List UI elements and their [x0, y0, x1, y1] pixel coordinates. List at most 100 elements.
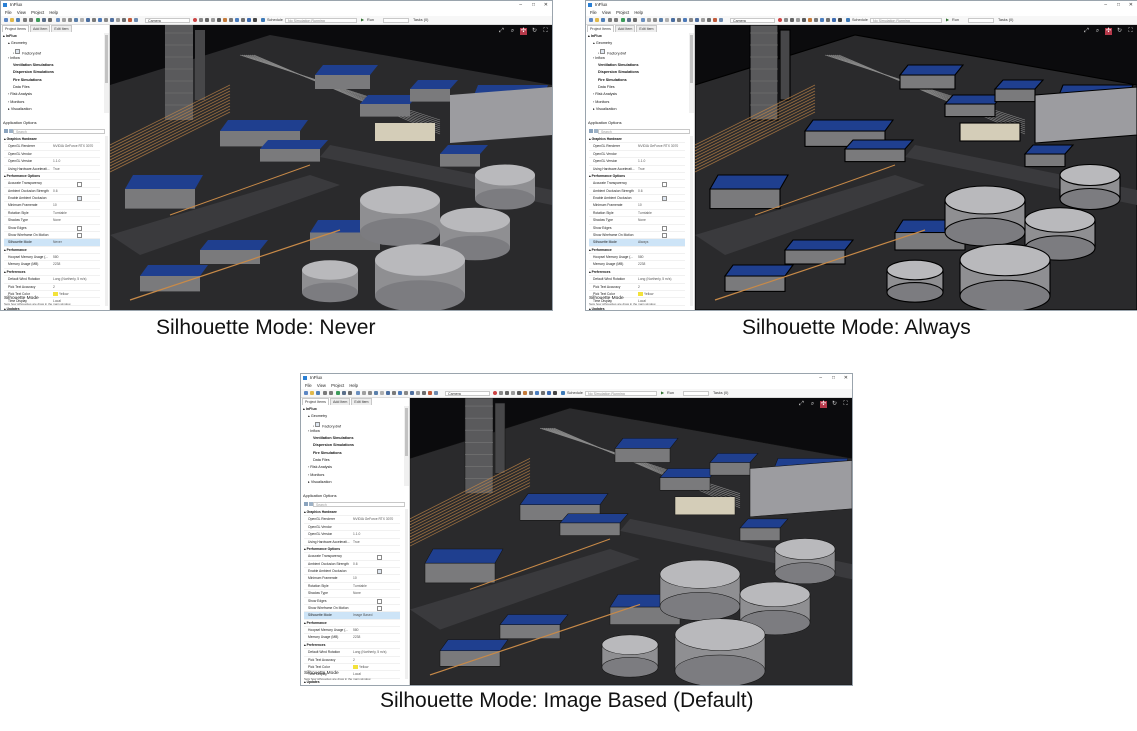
tree-item[interactable]: Fire Simulations: [303, 450, 403, 457]
property-section[interactable]: ▴ Updates: [589, 306, 685, 310]
tree-item[interactable]: Data Files: [588, 84, 688, 91]
rewind-icon[interactable]: [511, 390, 515, 395]
menu-help[interactable]: Help: [634, 10, 643, 15]
add-icon[interactable]: [36, 17, 40, 22]
save-icon[interactable]: [16, 17, 20, 22]
settings-icon[interactable]: [48, 17, 52, 22]
run-button[interactable]: Run: [667, 390, 674, 396]
step-icon[interactable]: [499, 390, 503, 395]
close-icon[interactable]: ✕: [1129, 1, 1133, 9]
layers-icon[interactable]: [386, 390, 390, 395]
property-row[interactable]: OpenGL Vendor: [589, 151, 685, 159]
property-value[interactable]: True: [53, 166, 99, 172]
pan-icon[interactable]: [707, 17, 711, 22]
fire-icon[interactable]: [223, 17, 227, 22]
3d-viewport[interactable]: ⤢ ⌕ ✣ ↻ ⛶: [110, 25, 552, 310]
record-icon[interactable]: [128, 17, 132, 22]
maximize-icon[interactable]: □: [532, 1, 535, 9]
save-icon[interactable]: [601, 17, 605, 22]
camera-select[interactable]: Camera: [730, 17, 775, 23]
grid-icon[interactable]: [547, 390, 551, 395]
property-section[interactable]: ▴ Performance Options: [589, 173, 685, 181]
redo-icon[interactable]: [29, 17, 33, 22]
camera-icon[interactable]: [134, 17, 138, 22]
orbit-icon[interactable]: ✣: [820, 401, 827, 408]
visibility-icon[interactable]: [380, 390, 384, 395]
tree-scroll-thumb[interactable]: [690, 35, 693, 83]
maximize-icon[interactable]: □: [1117, 1, 1120, 9]
property-value[interactable]: 10: [638, 202, 684, 208]
view-icon[interactable]: [56, 17, 60, 22]
property-value[interactable]: 1.1.0: [353, 531, 399, 537]
redo-icon[interactable]: [329, 390, 333, 395]
property-row[interactable]: Silhouette Mode Image Based: [304, 612, 400, 620]
property-row[interactable]: OpenGL Renderer NVIDIA GeForce RTX 3070: [304, 516, 400, 524]
run-button[interactable]: Run: [367, 17, 374, 23]
property-value[interactable]: 2238: [638, 261, 684, 267]
menu-file[interactable]: File: [590, 10, 597, 15]
property-section[interactable]: ▴ Performance Options: [304, 546, 400, 554]
property-scrollbar[interactable]: [690, 136, 693, 306]
tree-checkbox[interactable]: [15, 48, 21, 54]
property-value[interactable]: 2: [638, 284, 684, 290]
property-row[interactable]: Rotation Style Turntable: [4, 210, 100, 218]
play-icon[interactable]: [802, 17, 806, 22]
zoom-icon[interactable]: ⌕: [1094, 28, 1101, 35]
schedule-icon[interactable]: [846, 17, 850, 22]
camera-snap-icon[interactable]: [505, 390, 509, 395]
zoom-tb-icon[interactable]: [229, 17, 233, 22]
property-checkbox[interactable]: [77, 196, 82, 202]
undo-icon[interactable]: [608, 17, 612, 22]
property-value[interactable]: 580: [53, 254, 99, 260]
tree-item[interactable]: Ventilation Simulations: [303, 435, 403, 442]
property-value[interactable]: Long (Northerly, 5 m/s): [353, 649, 399, 655]
camera-snap-icon[interactable]: [205, 17, 209, 22]
property-section[interactable]: ▴ Performance: [589, 247, 685, 254]
property-checkbox[interactable]: [77, 181, 82, 187]
property-section[interactable]: ▴ Performance Options: [4, 173, 100, 181]
property-row[interactable]: Rotation Style Turntable: [304, 583, 400, 591]
menu-help[interactable]: Help: [49, 10, 58, 15]
schedule-icon[interactable]: [261, 17, 265, 22]
tree-item[interactable]: ▴ InFlux: [588, 33, 688, 40]
settings-icon[interactable]: [348, 390, 352, 395]
zoom-tb-icon[interactable]: [814, 17, 818, 22]
fullscreen-icon[interactable]: ⛶: [1127, 28, 1134, 35]
property-checkbox[interactable]: [77, 225, 82, 231]
property-row[interactable]: Pick Text Accuracy 2: [304, 657, 400, 664]
property-value[interactable]: 1.1.0: [53, 158, 99, 164]
tree-item[interactable]: Data Files: [303, 457, 403, 464]
run-icon[interactable]: ▶: [361, 17, 364, 23]
zoom-all-icon[interactable]: ⤢: [1083, 28, 1090, 35]
property-value[interactable]: 2238: [53, 261, 99, 267]
property-value[interactable]: True: [638, 166, 684, 172]
camera-select[interactable]: Camera: [445, 390, 490, 396]
property-row[interactable]: Hoopsel Memory Usage (... 580: [304, 627, 400, 635]
schedule-label[interactable]: Schedule: [852, 17, 868, 23]
clock-icon[interactable]: [541, 390, 545, 395]
measure-icon[interactable]: [659, 17, 663, 22]
property-value[interactable]: Turntable: [638, 210, 684, 216]
camera-snap-icon[interactable]: [790, 17, 794, 22]
fullscreen-icon[interactable]: ⛶: [542, 28, 549, 35]
section-icon[interactable]: [68, 17, 72, 22]
stop-icon[interactable]: [193, 17, 197, 22]
menu-project[interactable]: Project: [616, 10, 629, 15]
stop-icon[interactable]: [493, 390, 497, 395]
property-value[interactable]: 1.1.0: [638, 158, 684, 164]
property-row[interactable]: OpenGL Version 1.1.0: [589, 158, 685, 166]
tree-item[interactable]: ▴ InFlux: [303, 406, 403, 413]
tree-item[interactable]: › Risk Analysis: [3, 91, 103, 98]
property-value[interactable]: NVIDIA GeForce RTX 3070: [638, 143, 684, 149]
property-checkbox[interactable]: [377, 598, 382, 604]
tab-edit-item[interactable]: Edit Item: [351, 398, 372, 405]
zoom-all-icon[interactable]: ⤢: [798, 401, 805, 408]
menu-view[interactable]: View: [317, 383, 326, 388]
tree-item[interactable]: › Inflow: [303, 428, 403, 435]
section-icon[interactable]: [653, 17, 657, 22]
open-icon[interactable]: [10, 17, 14, 22]
property-row[interactable]: Shadow Type None: [4, 217, 100, 225]
property-value[interactable]: Never: [53, 239, 99, 245]
shade-icon[interactable]: [398, 390, 402, 395]
tree-item[interactable]: ▴ Geometry: [303, 413, 403, 420]
